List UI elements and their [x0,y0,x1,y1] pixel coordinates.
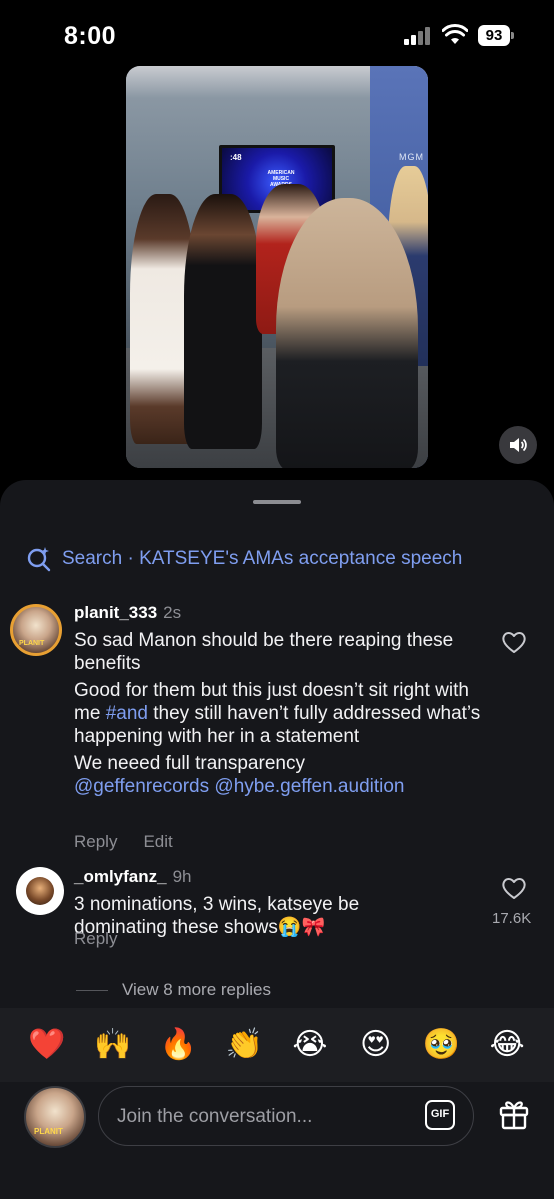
person-back-view [276,198,418,468]
mention-links[interactable]: @geffenrecords @hybe.geffen.audition [74,775,494,798]
emoji-laughing[interactable]: 😂 [487,1030,527,1060]
hashtag-link[interactable]: #and [106,703,148,724]
search-query: KATSEYE's AMAs acceptance speech [139,548,463,569]
tv-timer: :48 [230,153,242,162]
sheet-grabber[interactable] [253,500,301,504]
comment-sheet: Search · KATSEYE's AMAs acceptance speec… [0,480,554,1199]
emoji-raised-hands[interactable]: 🙌 [93,1030,133,1060]
related-search[interactable]: Search · KATSEYE's AMAs acceptance speec… [26,546,462,572]
comment-input[interactable]: Join the conversation... GIF [98,1086,474,1146]
avatar[interactable] [16,867,64,915]
banner-text: MGM [399,152,424,162]
reply-button[interactable]: Reply [74,929,117,949]
battery-icon: 93 [478,25,514,46]
signal-icon [404,27,434,45]
comment-paragraph: Good for them but this just doesn’t sit … [74,679,494,748]
view-more-replies-label: View 8 more replies [122,980,271,999]
emoji-crying[interactable]: 😭 [290,1030,330,1060]
heart-icon[interactable] [501,876,527,900]
emoji-fire[interactable]: 🔥 [158,1030,198,1060]
comment-username[interactable]: planit_333 [74,603,157,622]
comment-username[interactable]: _omlyfanz_ [74,867,167,886]
avatar[interactable]: PLANIT [10,604,62,656]
search-separator: · [127,548,134,569]
comment-time: 9h [172,867,192,886]
comment-input-placeholder: Join the conversation... [117,1106,313,1127]
comment-time: 2s [163,603,182,622]
heart-icon[interactable] [501,630,527,654]
my-avatar[interactable]: PLANIT [24,1086,86,1148]
emoji-holding-tears[interactable]: 🥹 [421,1030,461,1060]
person-black-suit [184,194,262,449]
search-prefix: Search [62,548,123,569]
video-player[interactable]: MGM :48 AMERICAN MUSIC AWARDS [126,66,428,468]
gif-button[interactable]: GIF [425,1100,455,1130]
comment-paragraph: We neeed full transparency [74,753,305,774]
sound-button[interactable] [499,426,537,464]
battery-level: 93 [478,25,510,46]
like-count: 17.6K [492,910,532,927]
emoji-quick-bar: ❤️ 🙌 🔥 👏 😭 😍 🥹 😂 [0,1008,554,1082]
comment-paragraph: So sad Manon should be there reaping the… [74,630,454,674]
comment-composer: PLANIT Join the conversation... GIF [0,1082,554,1199]
wifi-icon [442,24,468,44]
comment-text: So sad Manon should be there reaping the… [74,629,494,802]
search-sparkle-icon [27,547,51,572]
edit-button[interactable]: Edit [143,832,172,852]
comment-text: 3 nominations, 3 wins, katseye be domina… [74,894,360,938]
emoji-clap[interactable]: 👏 [224,1030,264,1060]
emoji-heart[interactable]: ❤️ [27,1030,67,1060]
gift-icon[interactable] [497,1096,531,1130]
emoji-heart-eyes[interactable]: 😍 [356,1030,396,1060]
view-more-replies[interactable]: View 8 more replies [76,980,271,1000]
sound-icon [510,438,527,452]
status-time: 8:00 [64,22,117,50]
status-bar: 8:00 93 [0,0,554,70]
reply-button[interactable]: Reply [74,832,117,852]
